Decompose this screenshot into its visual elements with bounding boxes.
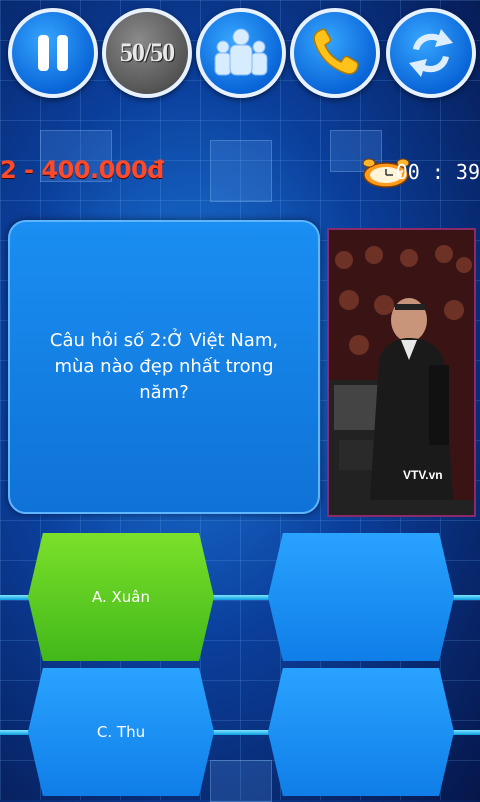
answer-c-label: C. Thu — [96, 723, 146, 741]
background-cube — [210, 760, 272, 802]
fifty-fifty-icon: 50/50 — [119, 38, 175, 67]
prize-level: 2 - 400.000đ — [0, 156, 164, 184]
pause-button[interactable] — [8, 8, 98, 98]
pause-icon — [38, 35, 68, 71]
switch-question-button[interactable] — [386, 8, 476, 98]
host-photo-image: VTV.vn — [327, 228, 476, 517]
background-cube — [210, 140, 272, 202]
vtv-watermark: VTV.vn — [403, 468, 443, 482]
ask-audience-button[interactable] — [196, 8, 286, 98]
countdown-timer: 00 : 39 — [395, 160, 480, 184]
host-illustration — [329, 230, 474, 515]
answer-a-button[interactable]: A. Xuân — [28, 533, 214, 661]
answer-a-label: A. Xuân — [91, 588, 150, 606]
answer-c-button[interactable]: C. Thu — [28, 668, 214, 796]
fifty-fifty-button[interactable]: 50/50 — [102, 8, 192, 98]
question-text: Câu hỏi số 2:Ở Việt Nam, mùa nào đẹp nhấ… — [49, 330, 279, 403]
phone-icon — [313, 28, 359, 75]
switch-icon — [409, 29, 453, 77]
question-panel: Câu hỏi số 2:Ở Việt Nam, mùa nào đẹp nhấ… — [8, 220, 320, 514]
answer-d-button[interactable] — [268, 668, 454, 796]
audience-icon — [214, 28, 268, 76]
answer-b-button[interactable] — [268, 533, 454, 661]
phone-friend-button[interactable] — [290, 8, 380, 98]
